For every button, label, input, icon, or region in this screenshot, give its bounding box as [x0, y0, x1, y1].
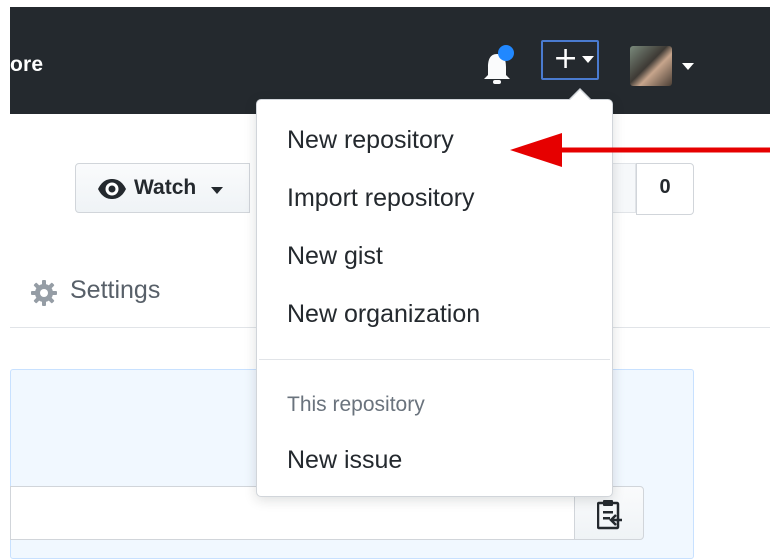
watch-button[interactable]: Watch — [75, 163, 250, 213]
watch-chevron-down-icon — [211, 187, 223, 194]
chevron-down-icon — [582, 56, 594, 63]
plus-icon: + — [553, 41, 579, 76]
tab-settings-label: Settings — [70, 276, 161, 304]
menu-item-new-issue[interactable]: New issue — [287, 446, 402, 475]
avatar-chevron-down-icon[interactable] — [682, 63, 694, 70]
bell-icon — [484, 45, 514, 84]
top-navbar: ore + — [10, 7, 770, 114]
menu-item-new-organization[interactable]: New organization — [287, 300, 480, 329]
menu-section-header: This repository — [287, 393, 425, 416]
user-avatar[interactable] — [630, 46, 672, 86]
watch-label: Watch — [134, 176, 197, 199]
notification-dot — [498, 45, 514, 61]
dropdown-caret-fill — [569, 90, 591, 101]
notifications-button[interactable] — [480, 45, 514, 89]
screenshot-border — [0, 0, 10, 548]
menu-item-import-repository[interactable]: Import repository — [287, 184, 475, 213]
annotation-arrow — [510, 133, 770, 167]
eye-icon — [98, 179, 126, 199]
nav-link-explore[interactable]: ore — [10, 53, 43, 77]
menu-divider — [259, 359, 610, 360]
gear-icon — [31, 280, 57, 306]
menu-item-new-repository[interactable]: New repository — [287, 126, 454, 155]
menu-item-new-gist[interactable]: New gist — [287, 242, 383, 271]
create-new-button[interactable]: + — [541, 40, 599, 80]
clipboard-icon — [597, 500, 622, 530]
